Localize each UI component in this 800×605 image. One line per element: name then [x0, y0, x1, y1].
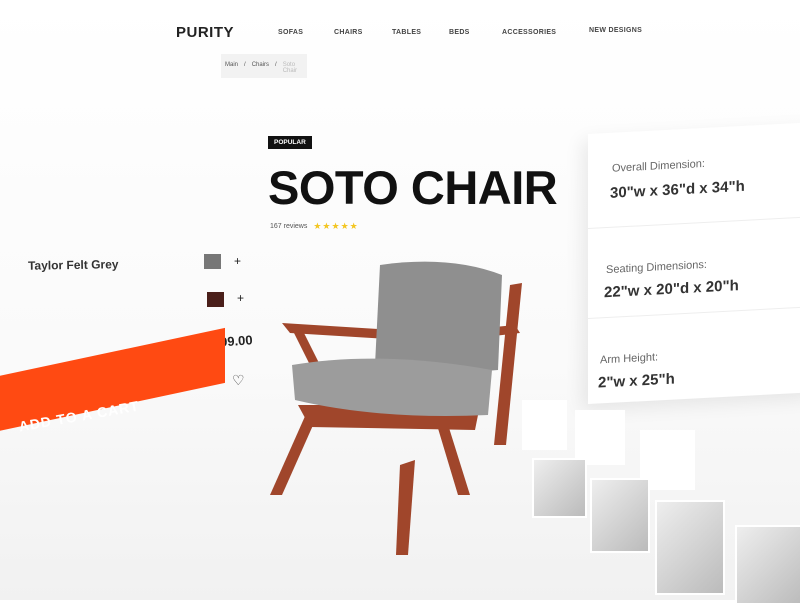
brand-logo[interactable]: PURITY: [176, 24, 234, 41]
breadcrumb-chairs[interactable]: Chairs: [252, 62, 269, 70]
breadcrumb: Main / Chairs / Soto Chair: [221, 54, 307, 78]
spec-arm: Arm Height: 2"w x 25"h: [588, 307, 800, 404]
color-name: Taylor Felt Grey: [27, 257, 119, 273]
product-title: SOTO CHAIR: [268, 161, 558, 214]
spec-overall: Overall Dimension: 30"w x 36"d x 34"h: [588, 121, 800, 230]
add-swatch-grey[interactable]: +: [234, 254, 241, 268]
thumbnail-4[interactable]: [532, 458, 587, 518]
popular-badge: POPULAR: [268, 136, 312, 149]
thumbnail-7[interactable]: [735, 525, 800, 605]
spec-label: Overall Dimension:: [612, 157, 705, 175]
swatch-grey[interactable]: [204, 254, 221, 269]
spec-label: Seating Dimensions:: [606, 258, 707, 277]
nav-beds[interactable]: BEDS: [449, 29, 470, 36]
spec-value: 30"w x 36"d x 34"h: [610, 177, 745, 202]
specs-panel: Overall Dimension: 30"w x 36"d x 34"h Se…: [588, 121, 800, 405]
thumbnail-5[interactable]: [590, 478, 650, 553]
heart-icon[interactable]: ♡: [232, 372, 245, 389]
thumbnail-1[interactable]: [522, 400, 567, 450]
spec-label: Arm Height:: [600, 351, 659, 367]
spec-value: 22"w x 20"d x 20"h: [604, 277, 739, 302]
nav-accessories[interactable]: ACCESSORIES: [502, 29, 556, 36]
swatch-brown[interactable]: [207, 292, 224, 307]
nav-tables[interactable]: TABLES: [392, 29, 421, 36]
breadcrumb-current: Soto Chair: [282, 62, 298, 74]
nav-sofas[interactable]: SOFAS: [278, 29, 303, 36]
spec-seating: Seating Dimensions: 22"w x 20"d x 20"h: [588, 216, 800, 320]
review-count: 167 reviews: [270, 223, 308, 230]
breadcrumb-separator: /: [275, 62, 277, 68]
breadcrumb-separator: /: [244, 62, 246, 68]
chair-cushions: [292, 261, 502, 416]
star-rating: ★★★★★: [313, 221, 359, 231]
breadcrumb-main[interactable]: Main: [225, 62, 238, 70]
reviews[interactable]: 167 reviews ★★★★★: [270, 221, 359, 232]
chair-image: [270, 261, 522, 555]
thumbnail-6[interactable]: [655, 500, 725, 595]
add-swatch-brown[interactable]: +: [237, 291, 244, 305]
nav-new-designs[interactable]: NEW DESIGNS: [589, 27, 642, 34]
spec-value: 2"w x 25"h: [598, 370, 675, 392]
thumbnail-2[interactable]: [575, 410, 625, 465]
nav-chairs[interactable]: CHAIRS: [334, 29, 363, 36]
